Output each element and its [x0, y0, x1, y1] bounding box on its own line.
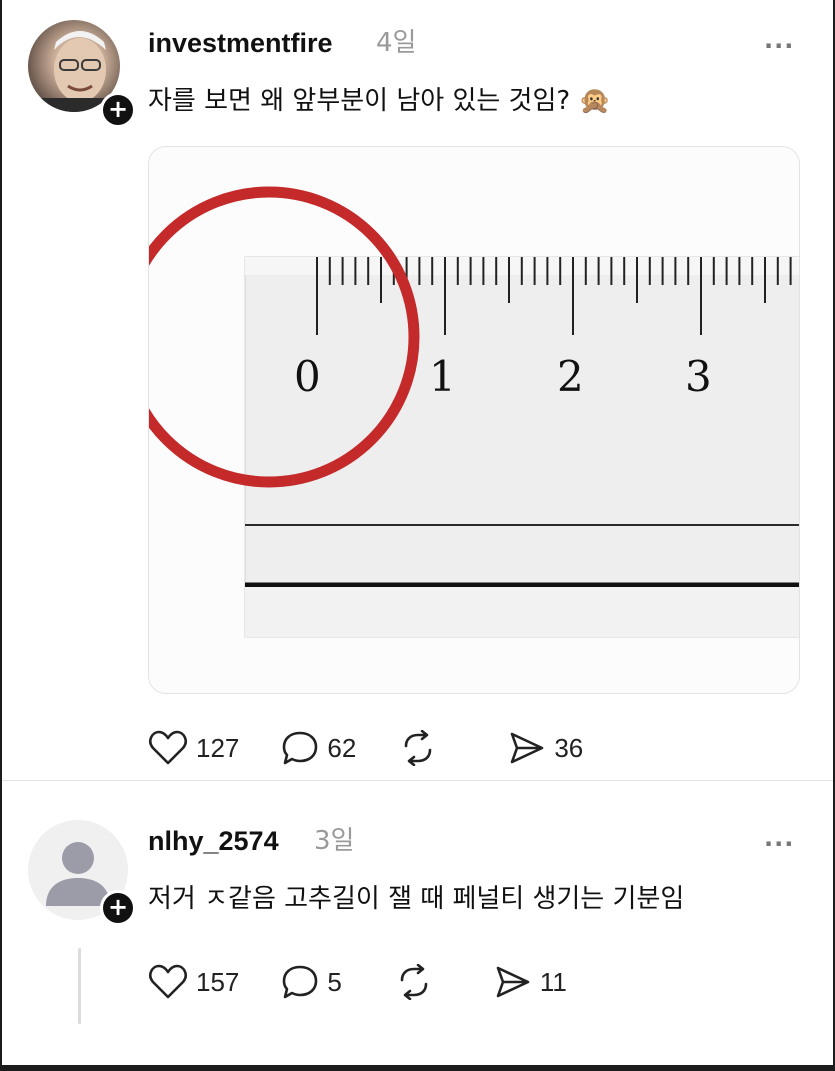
ruler-label-3: 3 — [685, 352, 712, 401]
send-icon — [496, 966, 530, 998]
like-count: 127 — [196, 733, 240, 763]
comment-count: 62 — [327, 733, 357, 763]
comment-button[interactable]: 62 — [281, 730, 356, 766]
comment-count: 5 — [327, 967, 342, 997]
post-text: 자를 보면 왜 앞부분이 남아 있는 것임? 🙊 — [148, 86, 611, 116]
post-actions: 157 5 11 — [148, 964, 609, 1000]
more-options-icon[interactable]: ··· — [764, 34, 794, 58]
follow-plus-icon[interactable]: + — [100, 92, 136, 128]
comment-bubble-icon — [283, 731, 318, 765]
comment-button[interactable]: 5 — [281, 964, 342, 1000]
timestamp: 4일 — [376, 28, 417, 58]
reply-text: 저거 ㅈ같음 고추길이 잴 때 페널티 생기는 기분임 — [148, 884, 685, 914]
more-options-icon[interactable]: ··· — [764, 832, 794, 856]
thread-line — [78, 948, 81, 1024]
timestamp: 3일 — [314, 826, 355, 856]
post-image[interactable]: 0 1 2 3 — [148, 146, 800, 694]
post: + investmentfire 4일 ··· 자를 보면 왜 앞부분이 남아 … — [2, 0, 833, 780]
comment-bubble-icon — [283, 965, 318, 999]
share-button[interactable]: 11 — [494, 964, 567, 1000]
repost-button[interactable] — [394, 964, 442, 1000]
follow-plus-icon[interactable]: + — [100, 890, 136, 926]
ruler-label-0: 0 — [294, 352, 321, 401]
app-frame: + investmentfire 4일 ··· 자를 보면 왜 앞부분이 남아 … — [2, 0, 833, 1065]
username[interactable]: nlhy_2574 — [148, 828, 279, 855]
send-icon — [511, 732, 544, 764]
share-button[interactable]: 36 — [508, 730, 583, 766]
ruler-label-2: 2 — [557, 352, 584, 401]
heart-icon — [149, 964, 187, 999]
post-actions: 127 62 36 — [148, 730, 625, 766]
like-button[interactable]: 157 — [148, 964, 239, 1000]
ruler-label-1: 1 — [429, 352, 456, 401]
share-count: 11 — [539, 967, 567, 997]
reply-post: + nlhy_2574 3일 ··· 저거 ㅈ같음 고추길이 잴 때 페널티 생… — [2, 780, 833, 1065]
username[interactable]: investmentfire — [148, 30, 333, 57]
share-count: 36 — [554, 733, 584, 763]
repost-icon — [405, 730, 432, 766]
ruler-illustration: 0 1 2 3 — [149, 147, 799, 693]
repost-button[interactable] — [398, 730, 446, 766]
like-count: 157 — [196, 967, 240, 997]
repost-icon — [400, 964, 428, 1000]
heart-icon — [149, 730, 187, 765]
like-button[interactable]: 127 — [148, 730, 239, 766]
